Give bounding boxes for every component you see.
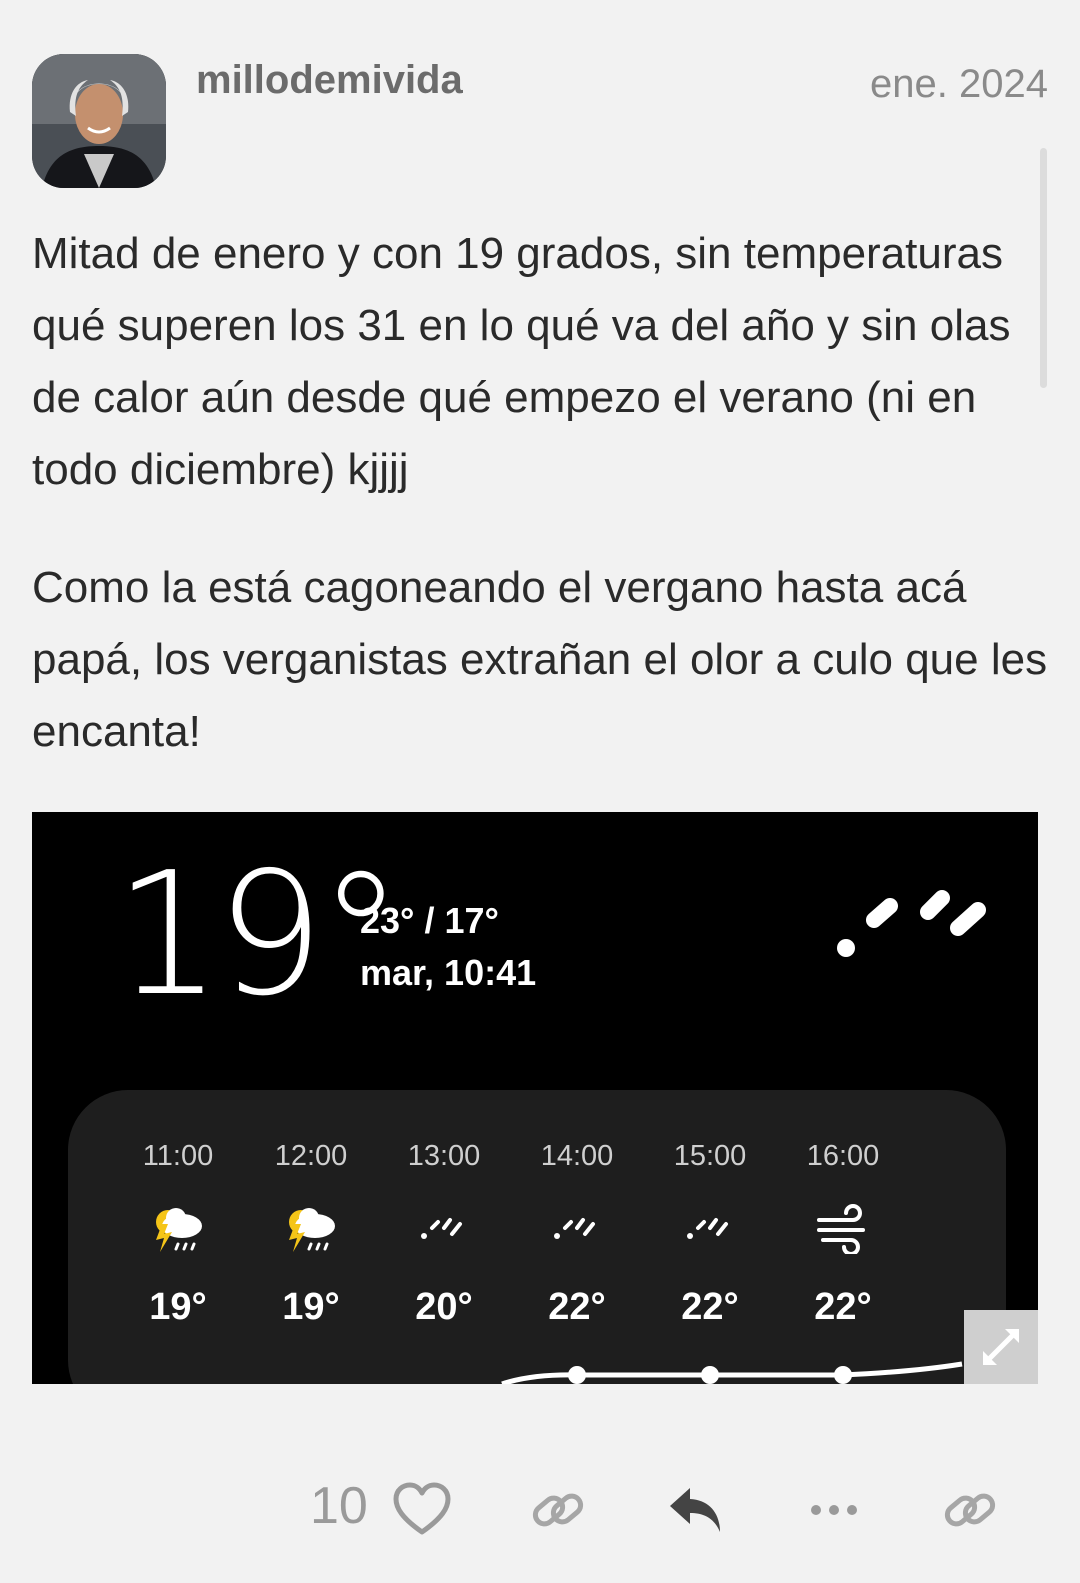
hour-temperature: 22° <box>681 1286 739 1328</box>
post-paragraph: Como la está cagoneando el vergano hasta… <box>32 563 1048 756</box>
thunderstorm-icon <box>289 1208 335 1252</box>
like-count[interactable]: 10 <box>310 1476 368 1536</box>
post-header: millodemivida ene. 2024 <box>32 54 1048 194</box>
link-icon[interactable] <box>528 1480 588 1540</box>
expand-icon <box>983 1329 1019 1365</box>
weather-screenshot[interactable]: 19° 23° / 17° mar, 10:41 11:00 19° 12:00 <box>32 812 1038 1384</box>
expand-image-button[interactable] <box>964 1310 1038 1384</box>
hour-time: 11:00 <box>142 1140 214 1172</box>
hour-time: 15:00 <box>673 1140 747 1172</box>
rain-icon <box>421 1218 462 1239</box>
rain-icon <box>837 890 986 957</box>
rain-icon <box>687 1218 728 1239</box>
hour-temperature: 22° <box>548 1286 606 1328</box>
temperature-range: 23° / 17° <box>360 900 499 941</box>
hour-temperature: 19° <box>149 1286 207 1328</box>
post-paragraph: Mitad de enero y con 19 grados, sin temp… <box>32 229 1011 494</box>
hourly-forecast[interactable]: 11:00 19° 12:00 19° 13:00 20° 14:00 22° … <box>68 1090 1006 1384</box>
thunderstorm-icon <box>156 1208 202 1252</box>
hour-temperature: 22° <box>814 1286 872 1328</box>
rain-icon <box>554 1218 595 1239</box>
hour-temperature: 20° <box>415 1286 473 1328</box>
username[interactable]: millodemivida <box>196 58 463 103</box>
avatar[interactable] <box>32 54 166 188</box>
hour-time: 14:00 <box>540 1140 614 1172</box>
link-icon[interactable] <box>940 1480 1000 1540</box>
wind-icon <box>817 1204 865 1254</box>
hour-time: 16:00 <box>806 1140 880 1172</box>
hour-time: 12:00 <box>274 1140 348 1172</box>
post-date[interactable]: ene. 2024 <box>870 62 1048 107</box>
hour-time: 13:00 <box>407 1140 481 1172</box>
post-body: Mitad de enero y con 19 grados, sin temp… <box>32 218 1048 814</box>
heart-icon[interactable] <box>392 1480 452 1540</box>
hour-temperature: 19° <box>282 1286 340 1328</box>
reply-icon[interactable] <box>666 1480 726 1540</box>
post-actions: 10 <box>0 1470 1080 1550</box>
weather-time: mar, 10:41 <box>360 952 537 993</box>
current-temperature: 19° <box>114 836 403 1034</box>
more-icon[interactable] <box>804 1480 864 1540</box>
